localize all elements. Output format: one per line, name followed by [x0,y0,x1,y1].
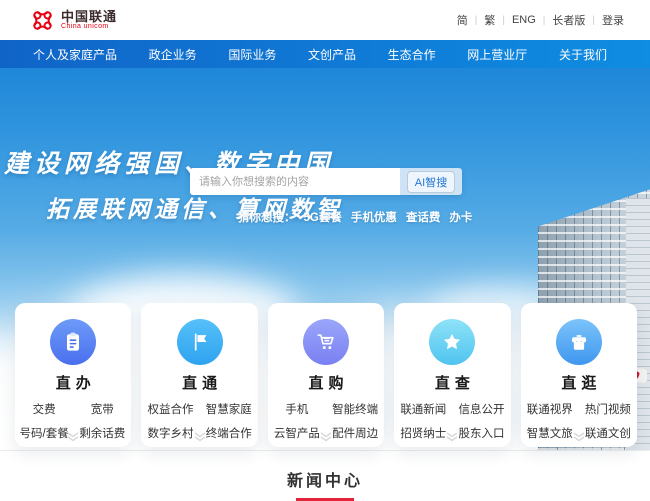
divider: | [502,15,505,26]
cart-icon [303,319,349,365]
hot-term-5g-plan[interactable]: 5G套餐 [304,209,342,225]
storefront-icon [556,319,602,365]
news-center-section: 新闻中心 [0,451,650,501]
link-smart-tourism[interactable]: 智慧文旅 [521,425,579,441]
link-pay-fees[interactable]: 交费 [15,401,73,417]
nav-government-enterprise[interactable]: 政企业务 [149,46,197,63]
link-hot-videos[interactable]: 热门视频 [579,401,637,417]
nav-about-us[interactable]: 关于我们 [559,46,607,63]
lang-simplified-link[interactable]: 简 [457,12,468,28]
expand-chevron-icon[interactable] [66,432,80,442]
divider: | [543,15,546,26]
ai-search-button[interactable]: AI智搜 [400,168,462,195]
link-terminal-cooperation[interactable]: 终端合作 [200,425,258,441]
link-phones[interactable]: 手机 [268,401,326,417]
card-zhiguang[interactable]: 直逛 联通视界 热门视频 智慧文旅 联通文创 [521,303,637,447]
main-navigation: 个人及家庭产品 政企业务 国际业务 文创产品 生态合作 网上营业厅 关于我们 [0,40,650,68]
card-zhigou[interactable]: 直购 手机 智能终端 云智产品 配件周边 [268,303,384,447]
hot-search-suggestions: 猜你想搜： 5G套餐 手机优惠 查话费 办卡 [238,209,481,225]
link-number-plan[interactable]: 号码/套餐 [15,425,73,441]
link-rights-cooperation[interactable]: 权益合作 [141,401,199,417]
lang-english-link[interactable]: ENG [512,14,536,26]
expand-chevron-icon[interactable] [445,432,459,442]
card-zhicha[interactable]: 直查 联通新闻 信息公开 招贤纳士 股东入口 [394,303,510,447]
elder-version-link[interactable]: 长者版 [552,12,585,28]
card-zhitong[interactable]: 直通 权益合作 智慧家庭 数字乡村 终端合作 [141,303,257,447]
link-digital-village[interactable]: 数字乡村 [141,425,199,441]
search-input[interactable] [190,168,400,195]
logo-name-cn: 中国联通 [61,10,117,24]
link-recruitment[interactable]: 招贤纳士 [394,425,452,441]
china-unicom-logo[interactable]: 中国联通 China unicom [30,8,117,33]
link-smart-terminals[interactable]: 智能终端 [326,401,384,417]
nav-international[interactable]: 国际业务 [228,46,276,63]
link-unicom-news[interactable]: 联通新闻 [394,401,452,417]
expand-chevron-icon[interactable] [193,432,207,442]
lang-traditional-link[interactable]: 繁 [484,12,495,28]
card-title: 直购 [268,372,384,393]
unicom-knot-icon [30,8,55,33]
search-bar: AI智搜 [190,168,462,195]
link-smart-home[interactable]: 智慧家庭 [200,401,258,417]
nav-cultural-products[interactable]: 文创产品 [308,46,356,63]
link-broadband[interactable]: 宽带 [73,401,131,417]
card-zhiban[interactable]: 直办 交费 宽带 号码/套餐 剩余话费 [15,303,131,447]
hot-term-get-card[interactable]: 办卡 [449,209,472,225]
link-unicom-cultural[interactable]: 联通文创 [579,425,637,441]
top-header: 中国联通 China unicom 简 | 繁 | ENG | 长者版 | 登录 [0,0,650,40]
nav-online-business-hall[interactable]: 网上营业厅 [467,46,527,63]
header-links: 简 | 繁 | ENG | 长者版 | 登录 [457,12,624,28]
hot-term-check-bill[interactable]: 查话费 [406,209,441,225]
link-accessories[interactable]: 配件周边 [326,425,384,441]
clipboard-icon [50,319,96,365]
login-link[interactable]: 登录 [602,12,624,28]
ai-search-label: AI智搜 [407,171,455,193]
news-center-title: 新闻中心 [287,467,363,491]
link-information-disclosure[interactable]: 信息公开 [452,401,510,417]
expand-chevron-icon[interactable] [319,432,333,442]
hot-search-label: 猜你想搜： [238,209,296,225]
link-unicom-vision[interactable]: 联通视界 [521,401,579,417]
link-cloud-products[interactable]: 云智产品 [268,425,326,441]
card-title: 直通 [141,372,257,393]
hot-term-phone-deals[interactable]: 手机优惠 [351,209,397,225]
divider: | [592,15,595,26]
logo-name-en: China unicom [61,23,117,30]
quick-service-cards: 直办 交费 宽带 号码/套餐 剩余话费 直通 权益合作 智慧家庭 数字乡村 终端… [15,303,637,447]
link-remaining-balance[interactable]: 剩余话费 [73,425,131,441]
card-title: 直逛 [521,372,637,393]
nav-personal-home-products[interactable]: 个人及家庭产品 [33,46,117,63]
nav-ecosystem-cooperation[interactable]: 生态合作 [388,46,436,63]
expand-chevron-icon[interactable] [572,432,586,442]
star-icon [429,319,475,365]
link-shareholder-portal[interactable]: 股东入口 [452,425,510,441]
card-title: 直查 [394,372,510,393]
divider: | [475,15,478,26]
flag-icon [177,319,223,365]
card-title: 直办 [15,372,131,393]
